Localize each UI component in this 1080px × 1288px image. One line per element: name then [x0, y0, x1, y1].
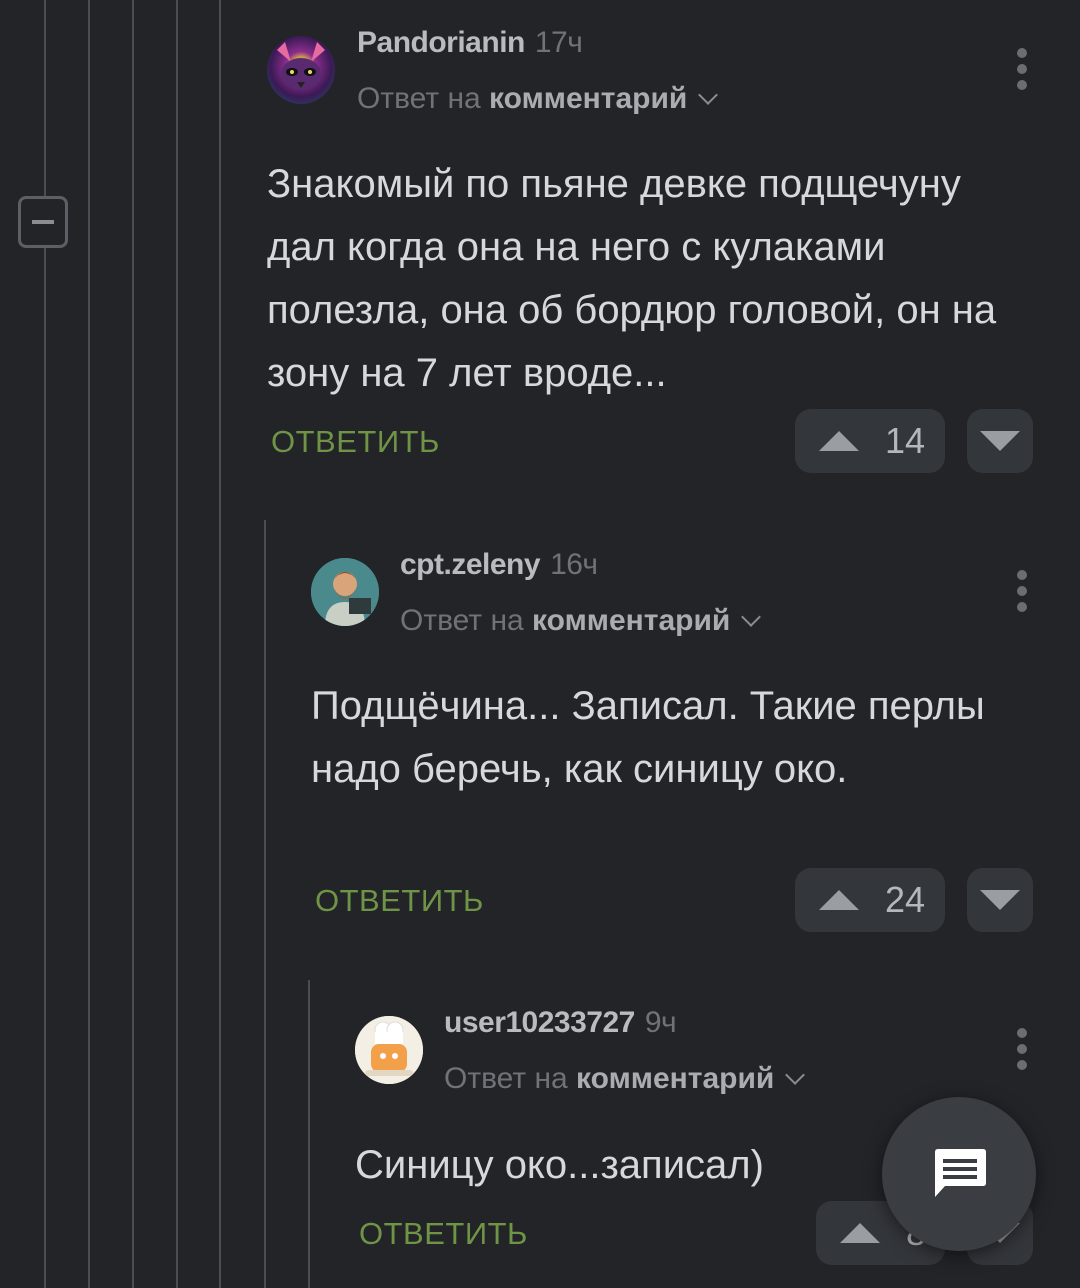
comment-body: Синицу око...записал) — [355, 1143, 764, 1187]
reply-prefix: Ответ на — [400, 604, 524, 637]
comment-body: Знакомый по пьяне девке подщечуну дал ко… — [267, 162, 997, 395]
reply-target-link[interactable]: комментарий — [489, 82, 687, 115]
timestamp: 17ч — [534, 26, 583, 59]
username[interactable]: cpt.zeleny 16ч — [400, 548, 598, 582]
thread-line — [264, 520, 266, 1288]
downvote-button[interactable] — [967, 868, 1033, 932]
reply-button[interactable]: ОТВЕТИТЬ — [359, 1216, 528, 1252]
thread-line — [308, 980, 310, 1288]
triangle-up-icon — [819, 890, 859, 910]
reply-button[interactable]: ОТВЕТИТЬ — [315, 883, 484, 919]
chevron-down-icon[interactable] — [785, 1065, 806, 1085]
downvote-button[interactable] — [967, 409, 1033, 473]
chef-avatar-icon — [355, 1016, 423, 1084]
more-options-button[interactable] — [1017, 570, 1027, 618]
raccoon-avatar-icon — [277, 42, 325, 90]
timestamp: 9ч — [644, 1006, 677, 1039]
vote-count: 24 — [885, 879, 926, 920]
more-options-button[interactable] — [1017, 48, 1027, 96]
upvote-button[interactable]: 24 — [795, 868, 945, 932]
reply-to-line[interactable]: Ответ на комментарий — [400, 604, 762, 638]
username-text[interactable]: Pandorianin — [357, 26, 525, 59]
username[interactable]: Pandorianin 17ч — [357, 26, 583, 60]
username-text[interactable]: cpt.zeleny — [400, 548, 541, 581]
chevron-down-icon[interactable] — [698, 85, 719, 105]
comment-body: Подщёчина... Записал. Такие перлы надо б… — [311, 684, 985, 791]
comment-thread-page: Pandorianin 17ч Ответ на комментарий Знак… — [0, 0, 1080, 1288]
reply-to-line[interactable]: Ответ на комментарий — [357, 82, 719, 116]
triangle-up-icon — [819, 431, 859, 451]
avatar[interactable] — [355, 1016, 423, 1084]
chevron-down-icon[interactable] — [741, 607, 762, 627]
username-text[interactable]: user10233727 — [444, 1006, 635, 1039]
reply-to-line[interactable]: Ответ на комментарий — [444, 1062, 806, 1096]
reply-target-link[interactable]: комментарий — [576, 1062, 774, 1095]
triangle-up-icon — [840, 1223, 880, 1243]
reply-prefix: Ответ на — [357, 82, 481, 115]
reply-target-link[interactable]: комментарий — [532, 604, 730, 637]
timestamp: 16ч — [550, 548, 598, 581]
vote-count: 14 — [885, 420, 926, 461]
avatar[interactable] — [311, 558, 379, 626]
reply-prefix: Ответ на — [444, 1062, 568, 1095]
chat-bubble-icon — [935, 1149, 986, 1197]
bearded-man-avatar-icon — [311, 558, 379, 626]
triangle-down-icon — [980, 431, 1020, 451]
avatar[interactable] — [267, 36, 335, 104]
upvote-button[interactable]: 14 — [795, 409, 945, 473]
more-options-button[interactable] — [1017, 1028, 1027, 1076]
reply-button[interactable]: ОТВЕТИТЬ — [271, 424, 440, 460]
triangle-down-icon — [980, 890, 1020, 910]
username[interactable]: user10233727 9ч — [444, 1006, 677, 1040]
comment-1: Pandorianin 17ч Ответ на комментарий Знак… — [0, 0, 1080, 490]
chat-fab-button[interactable] — [882, 1097, 1036, 1251]
